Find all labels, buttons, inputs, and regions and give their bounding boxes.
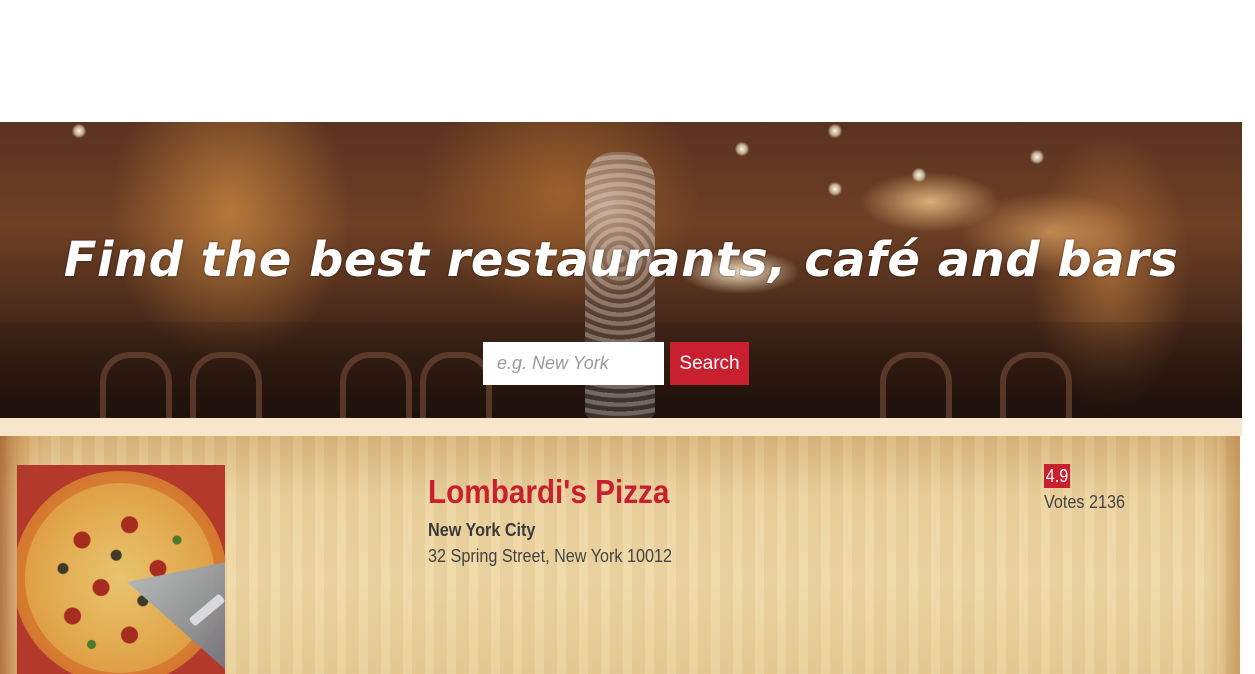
search-input[interactable] bbox=[483, 342, 664, 385]
search-button[interactable]: Search bbox=[670, 342, 749, 385]
ceiling-light bbox=[912, 168, 926, 182]
chair-silhouette bbox=[880, 352, 952, 418]
restaurant-city: New York City bbox=[428, 520, 536, 540]
chair-silhouette bbox=[100, 352, 172, 418]
page: Find the best restaurants, café and bars… bbox=[0, 0, 1255, 674]
chair-silhouette bbox=[1000, 352, 1072, 418]
restaurant-name-link[interactable]: Lombardi's Pizza bbox=[428, 473, 669, 511]
chair-silhouette bbox=[420, 352, 492, 418]
ceiling-light bbox=[828, 124, 842, 138]
pizza-image[interactable] bbox=[17, 465, 225, 674]
ceiling-light bbox=[735, 142, 749, 156]
ceiling-light bbox=[828, 182, 842, 196]
hero-banner: Find the best restaurants, café and bars… bbox=[0, 122, 1242, 418]
chair-silhouette bbox=[190, 352, 262, 418]
votes-count: Votes 2136 bbox=[1044, 492, 1126, 512]
restaurant-address: 32 Spring Street, New York 10012 bbox=[428, 546, 673, 566]
ceiling-light bbox=[72, 124, 86, 138]
section-divider bbox=[0, 418, 1242, 436]
rating-badge: 4.9 bbox=[1044, 464, 1071, 488]
restaurant-card[interactable]: Lombardi's Pizza New York City 32 Spring… bbox=[0, 436, 1240, 674]
chair-silhouette bbox=[340, 352, 412, 418]
ceiling-light bbox=[1030, 150, 1044, 164]
hero-title: Find the best restaurants, café and bars bbox=[63, 232, 1179, 288]
